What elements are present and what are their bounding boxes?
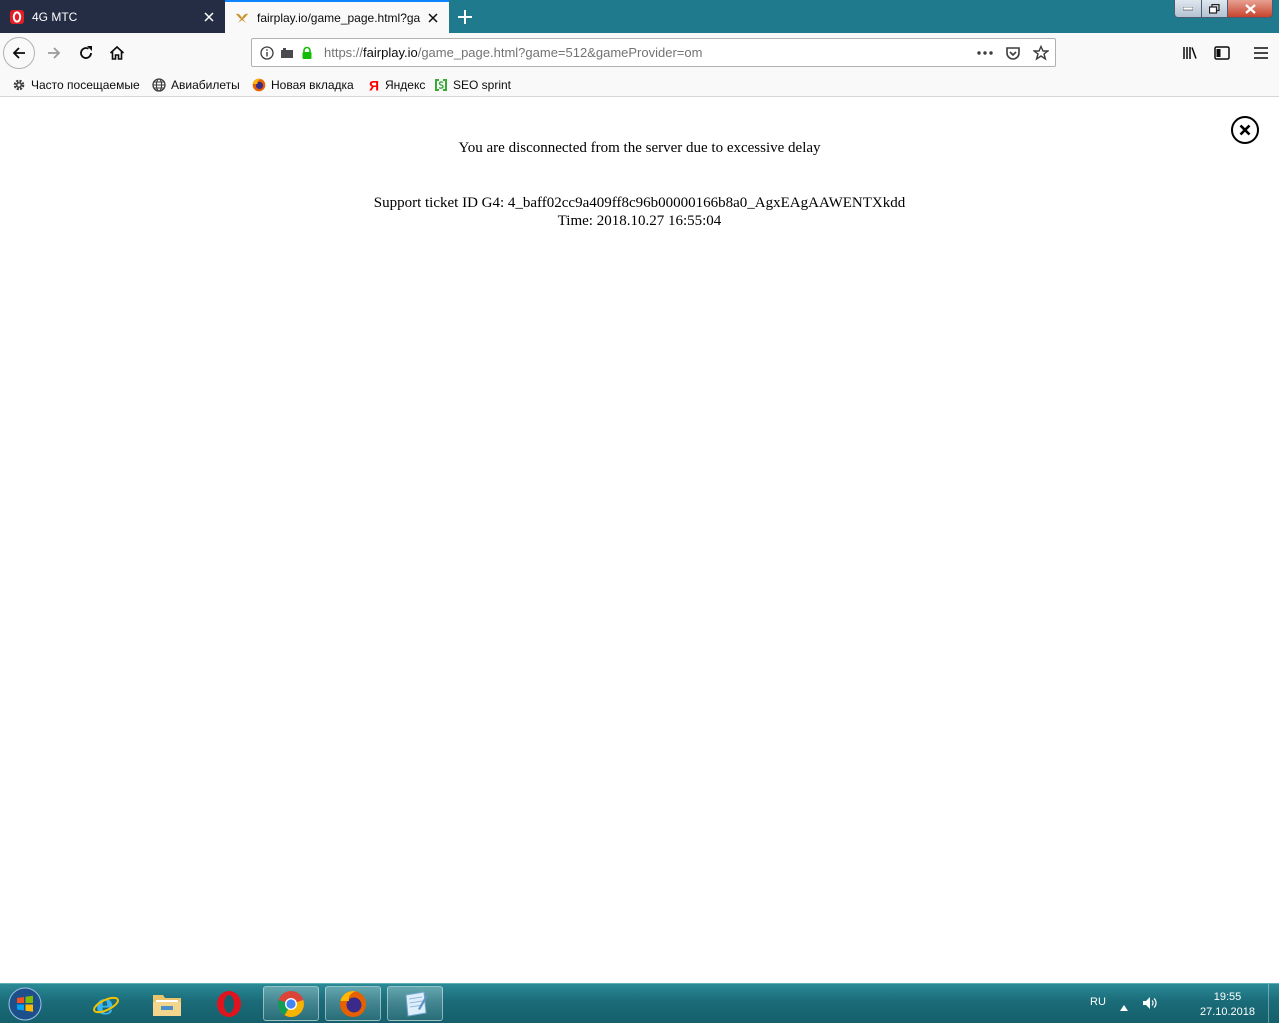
taskbar-firefox[interactable] (325, 986, 381, 1021)
address-bar[interactable]: https://fairplay.io/game_page.html?game=… (251, 38, 1056, 67)
tab-strip: 4G МТС fairplay.io/game_page.html?ga (0, 0, 1279, 33)
reload-button[interactable] (74, 41, 98, 65)
volume-button[interactable] (1142, 996, 1158, 1015)
navigation-toolbar: https://fairplay.io/game_page.html?game=… (0, 33, 1279, 73)
notepad-icon (405, 990, 428, 1017)
tab-4g-mts[interactable]: 4G МТС (0, 0, 225, 33)
internet-explorer-icon: e (93, 989, 119, 1019)
chevron-up-icon (1120, 1005, 1128, 1011)
close-x-icon (1239, 124, 1251, 136)
menu-button[interactable] (1251, 43, 1271, 63)
tab-label: fairplay.io/game_page.html?ga (257, 10, 421, 25)
page-content: You are disconnected from the server due… (0, 97, 1279, 983)
taskbar-chrome[interactable] (263, 986, 319, 1021)
home-icon (109, 45, 125, 60)
page-actions-icon[interactable] (976, 44, 994, 62)
language-indicator[interactable]: RU (1090, 996, 1106, 1008)
url-scheme: https:// (324, 45, 364, 60)
hamburger-icon (1254, 47, 1268, 59)
clock-date: 27.10.2018 (1199, 1006, 1256, 1018)
disconnect-message: You are disconnected from the server due… (458, 140, 821, 156)
taskbar-internet-explorer[interactable]: e (78, 986, 134, 1021)
bookmark-most-visited[interactable]: Часто посещаемые (12, 76, 140, 93)
chrome-icon (278, 990, 304, 1017)
close-tab-icon[interactable] (423, 8, 443, 28)
new-tab-button[interactable] (452, 4, 478, 30)
gear-icon (12, 78, 26, 92)
site-info-icon[interactable] (258, 44, 276, 62)
clock-time: 19:55 (1213, 991, 1242, 1003)
back-arrow-icon (12, 47, 25, 59)
yandex-icon: Я (366, 78, 380, 92)
permissions-icon[interactable] (278, 44, 296, 62)
bookmark-yandex[interactable]: Я Яндекс (366, 76, 425, 93)
windows-start-icon (8, 987, 42, 1021)
minimize-icon (1183, 6, 1193, 10)
taskbar-file-explorer[interactable] (139, 986, 195, 1021)
taskbar-opera[interactable] (201, 986, 257, 1021)
folder-icon (153, 994, 181, 1016)
fairplay-favicon-icon (234, 10, 250, 26)
window-minimize-button[interactable] (1174, 0, 1202, 18)
window-close-button[interactable] (1227, 0, 1273, 18)
bookmark-new-tab[interactable]: Новая вкладка (252, 76, 354, 93)
tab-fairplay[interactable]: fairplay.io/game_page.html?ga (225, 0, 449, 33)
bookmark-label: Часто посещаемые (31, 77, 140, 92)
pocket-icon[interactable] (1004, 44, 1022, 62)
system-clock[interactable]: 19:55 27.10.2018 (1190, 990, 1265, 1020)
firefox-icon (252, 78, 266, 92)
show-desktop-button[interactable] (1268, 984, 1279, 1023)
tab-label: 4G МТС (32, 9, 78, 24)
show-hidden-icons-button[interactable] (1120, 998, 1128, 1016)
lock-icon[interactable] (298, 44, 316, 62)
close-icon (1244, 3, 1256, 14)
bookmark-label: Новая вкладка (271, 77, 354, 92)
sidebar-button[interactable] (1212, 43, 1232, 63)
sidebar-icon (1214, 46, 1230, 60)
reload-icon (80, 46, 92, 59)
url-host: fairplay.io (363, 45, 418, 60)
firefox-icon (340, 990, 366, 1017)
library-icon (1183, 47, 1197, 59)
home-button[interactable] (105, 41, 129, 65)
window-restore-button[interactable] (1201, 0, 1228, 18)
opera-tab-icon (9, 9, 25, 25)
globe-icon (152, 77, 166, 92)
bookmark-aviabilety[interactable]: Авиабилеты (152, 76, 240, 93)
url-path: /game_page.html?game=512&gameProvider=om (417, 45, 703, 60)
bookmark-label: SEO sprint (453, 77, 512, 92)
bookmark-label: Авиабилеты (171, 77, 240, 92)
forward-button[interactable] (42, 41, 66, 65)
bookmark-star-icon[interactable] (1032, 44, 1050, 62)
taskbar-notepad[interactable] (387, 986, 443, 1021)
restore-icon (1209, 3, 1220, 14)
speaker-icon (1143, 997, 1157, 1009)
support-ticket-block: Support ticket ID G4: 4_baff02cc9a409ff8… (0, 194, 1279, 230)
svg-text:Я: Я (369, 78, 379, 92)
back-button[interactable] (3, 37, 35, 69)
ticket-time: Time: 2018.10.27 16:55:04 (557, 213, 722, 229)
plus-icon (458, 10, 472, 24)
url-text: https://fairplay.io/game_page.html?game=… (324, 45, 702, 60)
windows-taskbar: e RU 19:55 27.10.2018 (0, 983, 1279, 1023)
library-button[interactable] (1180, 43, 1200, 63)
support-ticket-id: Support ticket ID G4: 4_baff02cc9a409ff8… (373, 195, 906, 211)
close-tab-icon[interactable] (199, 7, 219, 27)
start-button[interactable] (4, 985, 46, 1023)
seo-sprint-icon (434, 78, 448, 92)
bookmark-label: Яндекс (385, 77, 426, 92)
forward-arrow-icon (48, 47, 61, 59)
bookmarks-toolbar: Часто посещаемые Авиабилеты Новая вкладк… (0, 73, 1279, 97)
bookmark-seo-sprint[interactable]: SEO sprint (434, 76, 511, 93)
opera-icon (217, 990, 241, 1017)
